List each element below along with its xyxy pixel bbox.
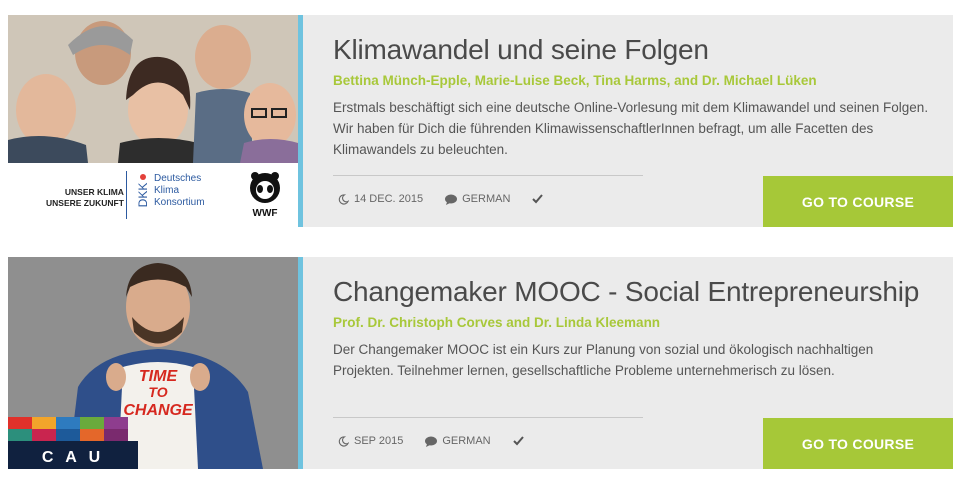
- certificate-item: [532, 194, 544, 204]
- changemaker-photo: TIME TO CHANGE C A U: [8, 257, 298, 469]
- date-item: 14 DEC. 2015: [338, 193, 423, 205]
- checkmark-icon: [532, 194, 544, 204]
- course-description: Der Changemaker MOOC ist ein Kurs zur Pl…: [333, 342, 874, 378]
- logo-band: UNSER KLIMA UNSERE ZUKUNFT DKK Deutsches…: [8, 163, 298, 227]
- course-card: UNSER KLIMA UNSERE ZUKUNFT DKK Deutsches…: [8, 15, 953, 227]
- svg-text:CHANGE: CHANGE: [123, 402, 194, 419]
- course-language: GERMAN: [462, 193, 511, 205]
- dkk-name: Deutsches Klima Konsortium: [154, 173, 205, 208]
- language-item: GERMAN: [445, 193, 510, 205]
- course-date: 14 DEC. 2015: [354, 193, 424, 205]
- go-to-course-button[interactable]: GO TO COURSE: [763, 176, 953, 227]
- course-date: SEP 2015: [354, 435, 404, 447]
- date-item: SEP 2015: [338, 435, 403, 447]
- course-card: TIME TO CHANGE C A U Changemaker MOOC - …: [8, 257, 953, 469]
- course-thumbnail[interactable]: UNSER KLIMA UNSERE ZUKUNFT DKK Deutsches…: [8, 15, 298, 227]
- speech-bubble-icon: [425, 436, 438, 447]
- language-item: GERMAN: [425, 435, 491, 447]
- svg-text:C A U: C A U: [42, 449, 104, 466]
- course-meta: SEP 2015 GERMAN: [338, 435, 524, 447]
- svg-text:TO: TO: [148, 384, 167, 400]
- wwf-logo: WWF: [248, 171, 282, 219]
- svg-text:DKK: DKK: [136, 183, 150, 208]
- group-photo: [8, 15, 298, 163]
- moon-icon: [338, 435, 349, 447]
- moon-icon: [338, 193, 349, 205]
- tagline: UNSER KLIMA UNSERE ZUKUNFT: [46, 187, 124, 208]
- dkk-logo: DKK: [136, 173, 150, 222]
- meta-divider: [333, 175, 643, 176]
- accent-bar: [298, 257, 303, 469]
- course-authors: Prof. Dr. Christoph Corves and Dr. Linda…: [333, 315, 661, 330]
- course-description: Erstmals beschäftigt sich eine deutsche …: [333, 100, 929, 157]
- go-to-course-button[interactable]: GO TO COURSE: [763, 418, 953, 469]
- course-thumbnail[interactable]: TIME TO CHANGE C A U: [8, 257, 298, 469]
- meta-divider: [333, 417, 643, 418]
- accent-bar: [298, 15, 303, 227]
- speech-bubble-icon: [445, 194, 458, 205]
- course-title[interactable]: Klimawandel und seine Folgen: [333, 34, 709, 66]
- certificate-item: [512, 436, 524, 446]
- course-language: GERMAN: [442, 435, 491, 447]
- course-authors: Bettina Münch-Epple, Marie-Luise Beck, T…: [333, 73, 817, 88]
- course-meta: 14 DEC. 2015 GERMAN: [338, 193, 544, 205]
- divider-line: [126, 171, 127, 219]
- svg-text:TIME: TIME: [139, 368, 179, 385]
- svg-text:WWF: WWF: [253, 208, 278, 219]
- checkmark-icon: [512, 436, 524, 446]
- course-title[interactable]: Changemaker MOOC - Social Entrepreneursh…: [333, 276, 919, 308]
